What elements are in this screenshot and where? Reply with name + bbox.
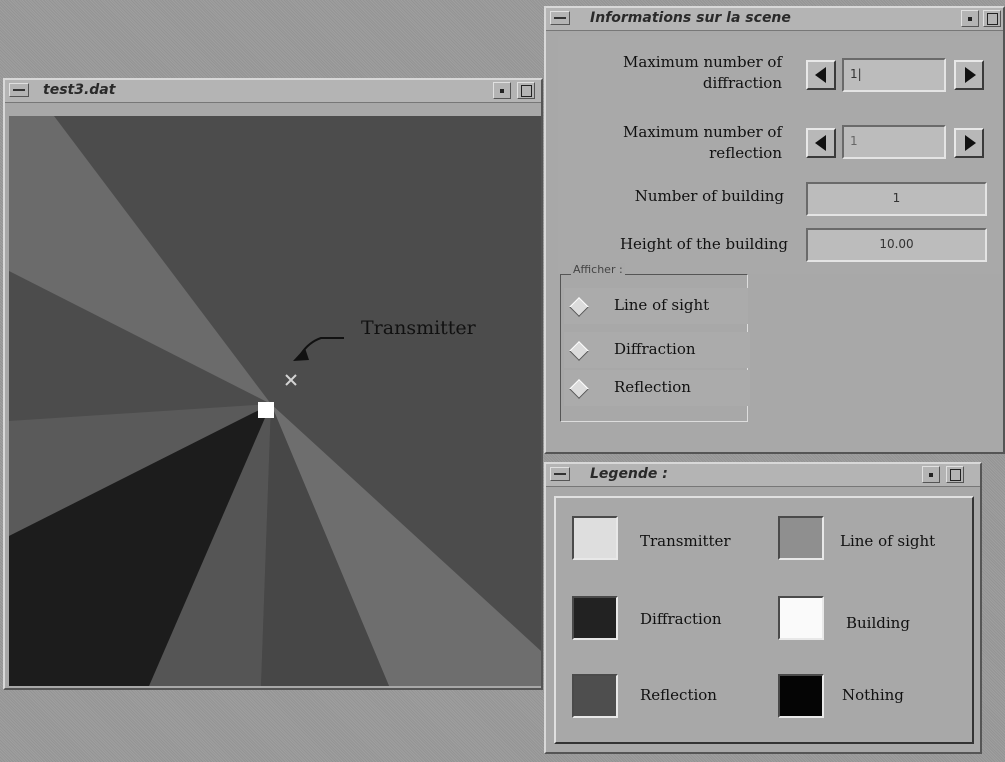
scene-canvas[interactable]: Transmitter xyxy=(9,116,541,686)
legend-titlebar[interactable]: Legende : xyxy=(546,464,980,487)
legend-swatch-building xyxy=(778,596,824,640)
view-window: test3.dat Transmitter xyxy=(3,78,543,690)
legend-label-line-of-sight: Line of sight xyxy=(840,532,936,550)
maximize-icon[interactable] xyxy=(983,10,1001,27)
radio-reflection[interactable]: Reflection xyxy=(564,370,750,406)
legend-swatch-transmitter xyxy=(572,516,618,560)
legend-swatch-nothing xyxy=(778,674,824,718)
radio-indicator-icon[interactable] xyxy=(569,341,589,361)
reflection-increment-button[interactable] xyxy=(954,128,984,158)
legend-swatch-reflection xyxy=(572,674,618,718)
num-building-field[interactable]: 1 xyxy=(806,182,987,216)
building-height-label: Height of the building xyxy=(619,235,788,253)
reflection-decrement-button[interactable] xyxy=(806,128,836,158)
radio-indicator-icon[interactable] xyxy=(569,379,589,399)
transmitter-annotation: Transmitter xyxy=(361,317,477,339)
display-group-title: Afficher : xyxy=(571,263,625,275)
maximize-icon[interactable] xyxy=(517,82,535,99)
num-building-label: Number of building xyxy=(634,187,784,205)
minimize-icon[interactable] xyxy=(961,10,979,27)
building-marker xyxy=(258,402,274,418)
building-height-field[interactable]: 10.00 xyxy=(806,228,987,262)
scene-info-window: Informations sur la scene Maximum number… xyxy=(544,6,1005,454)
view-window-title: test3.dat xyxy=(43,82,116,98)
legend-swatch-line-of-sight xyxy=(778,516,824,560)
window-menu-icon[interactable] xyxy=(550,11,570,25)
radio-indicator-icon[interactable] xyxy=(569,297,589,317)
radio-diffraction[interactable]: Diffraction xyxy=(564,332,750,368)
max-diffraction-label: Maximum number of diffraction xyxy=(623,53,782,92)
legend-label-transmitter: Transmitter xyxy=(640,532,731,550)
window-menu-icon[interactable] xyxy=(9,83,29,97)
minimize-icon[interactable] xyxy=(493,82,511,99)
legend-label-nothing: Nothing xyxy=(842,686,904,704)
window-menu-icon[interactable] xyxy=(550,467,570,481)
legend-label-building: Building xyxy=(846,614,910,632)
legend-title: Legende : xyxy=(590,466,668,482)
scene-info-titlebar[interactable]: Informations sur la scene xyxy=(546,8,1003,31)
radio-line-of-sight[interactable]: Line of sight xyxy=(564,288,748,324)
legend-window: Legende : Transmitter Line of sight Diff… xyxy=(544,462,982,754)
legend-label-diffraction: Diffraction xyxy=(640,610,722,628)
diffraction-increment-button[interactable] xyxy=(954,60,984,90)
maximize-icon[interactable] xyxy=(946,466,964,483)
minimize-icon[interactable] xyxy=(922,466,940,483)
max-diffraction-field[interactable]: 1| xyxy=(842,58,946,92)
diffraction-decrement-button[interactable] xyxy=(806,60,836,90)
legend-label-reflection: Reflection xyxy=(640,686,717,704)
max-reflection-label: Maximum number of reflection xyxy=(623,123,782,162)
max-reflection-field[interactable]: 1 xyxy=(842,125,946,159)
legend-swatch-diffraction xyxy=(572,596,618,640)
view-window-titlebar[interactable]: test3.dat xyxy=(5,80,541,103)
scene-info-title: Informations sur la scene xyxy=(590,10,791,26)
